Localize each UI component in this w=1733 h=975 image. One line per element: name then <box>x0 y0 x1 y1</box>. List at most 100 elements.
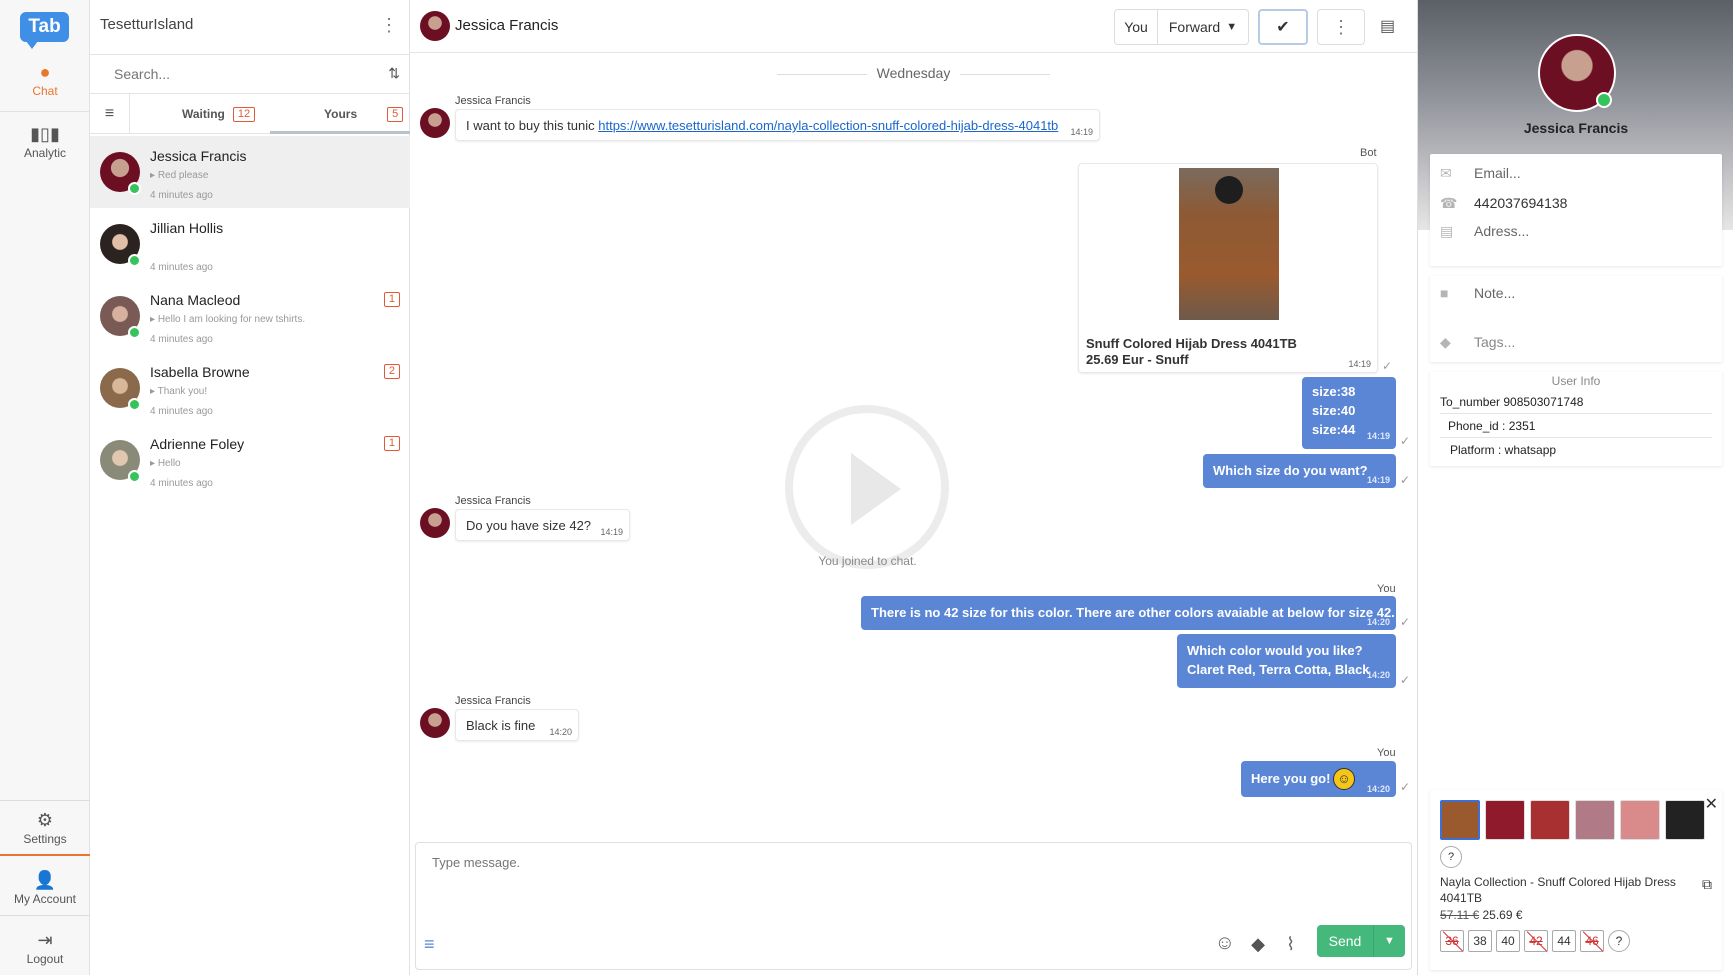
note-field[interactable]: Note... <box>1474 285 1515 301</box>
nav-logout-label: Logout <box>26 951 64 966</box>
whatsapp-icon <box>128 398 141 411</box>
conversation-name: Adrienne Foley <box>150 436 245 452</box>
active-tab-indicator <box>270 131 410 134</box>
conversation-name: Jessica Francis <box>150 148 247 164</box>
resolve-check-button[interactable]: ✔ <box>1258 9 1308 45</box>
whatsapp-icon <box>128 470 141 483</box>
attachment-icon[interactable]: ⌇ <box>1286 934 1295 955</box>
close-icon[interactable]: ✕ <box>1705 794 1718 814</box>
conversation-time: 4 minutes ago <box>150 190 213 201</box>
conversation-name: Isabella Browne <box>150 364 250 380</box>
template-icon[interactable]: ◆ <box>1251 934 1265 955</box>
product-card-message[interactable]: Snuff Colored Hijab Dress 4041TB 25.69 E… <box>1078 163 1378 373</box>
delivered-check-icon: ✓ <box>1400 434 1411 448</box>
message-text: Here you go! <box>1251 771 1331 786</box>
conversation-item[interactable]: Adrienne Foley ▸ Hello 4 minutes ago 1 <box>90 424 410 496</box>
info-phone-id: Phone_id : 2351 <box>1440 414 1712 438</box>
outgoing-message: Here you go! ☺ 14:20 <box>1241 761 1396 797</box>
delivered-check-icon: ✓ <box>1400 780 1411 794</box>
conversation-preview: ▸ Thank you! <box>150 386 208 397</box>
message-line: size:38 <box>1312 384 1356 399</box>
product-link[interactable]: https://www.tesetturisland.com/nayla-col… <box>598 118 1058 133</box>
tags-field[interactable]: Tags... <box>1474 334 1515 350</box>
search-bar: ⇅ <box>90 54 410 94</box>
tab-waiting-label: Waiting <box>182 107 225 121</box>
send-options-chevron-icon[interactable]: ▼ <box>1373 925 1405 957</box>
assign-you-button[interactable]: You <box>1114 9 1158 45</box>
conversation-time: 4 minutes ago <box>150 334 213 345</box>
search-input[interactable] <box>114 63 364 85</box>
email-icon: ✉ <box>1440 165 1452 181</box>
size-option[interactable]: 44 <box>1552 930 1576 952</box>
conversation-item[interactable]: Isabella Browne ▸ Thank you! 4 minutes a… <box>90 352 410 424</box>
message-text: I want to buy this tunic <box>466 118 599 133</box>
forward-dropdown[interactable]: Forward ▼ <box>1157 9 1249 45</box>
check-icon: ✔ <box>1276 19 1290 36</box>
size-option[interactable]: 36 <box>1440 930 1464 952</box>
phone-field[interactable]: 442037694138 <box>1474 195 1567 211</box>
message-time: 14:20 <box>1366 670 1390 680</box>
smiley-emoji-icon: ☺ <box>1333 768 1355 790</box>
size-option[interactable]: 46 <box>1580 930 1604 952</box>
message-input[interactable] <box>432 855 1392 915</box>
color-variant-thumb[interactable] <box>1485 800 1525 840</box>
toggle-sidebar-icon[interactable]: ▤ <box>1380 16 1395 36</box>
nav-my-account[interactable]: 👤 My Account <box>0 860 90 916</box>
message-author-label: Bot <box>1360 147 1377 159</box>
chat-bubble-icon: ● <box>39 62 51 82</box>
whatsapp-icon <box>128 254 141 267</box>
whatsapp-icon <box>128 182 141 195</box>
nav-analytic[interactable]: ▮▯▮ Analytic <box>0 124 90 169</box>
size-option[interactable]: 42 <box>1524 930 1548 952</box>
menu-icon[interactable]: ≡ <box>424 934 435 955</box>
contact-panel: Jessica Francis ✉ Email... ☎ 442037694138 … <box>1417 0 1733 975</box>
waiting-count-badge: 12 <box>232 106 256 122</box>
size-help-icon[interactable]: ? <box>1608 930 1630 952</box>
preview-text: Hello <box>157 458 181 469</box>
message-time: 14:20 <box>1366 617 1390 627</box>
conversation-preview: ▸ Hello <box>150 458 181 469</box>
filter-icon[interactable]: ≡ <box>90 94 130 134</box>
nav-settings[interactable]: ⚙ Settings <box>0 800 90 856</box>
conversation-item[interactable]: Jillian Hollis 4 minutes ago <box>90 208 410 280</box>
message-text: Which size do you want? <box>1213 463 1368 478</box>
message-time: 14:19 <box>1366 475 1390 485</box>
nav-chat[interactable]: ● Chat <box>0 62 90 112</box>
size-option[interactable]: 38 <box>1468 930 1492 952</box>
app-logo[interactable]: Tab <box>20 12 69 49</box>
address-field[interactable]: Adress... <box>1474 223 1529 239</box>
help-icon[interactable]: ? <box>1440 846 1462 868</box>
avatar <box>420 11 450 41</box>
product-suggestion-card: ✕ ? Nayla Collection - Snuff Colored Hij… <box>1430 790 1722 970</box>
nav-logout[interactable]: ⇥ Logout <box>0 925 90 970</box>
chat-header: Jessica Francis You Forward ▼ ✔ ⋮ ▤ <box>410 0 1417 53</box>
tabs-bar: ≡ Waiting 12 Yours 5 <box>90 94 410 134</box>
whatsapp-icon <box>1596 92 1612 108</box>
gear-icon: ⚙ <box>36 809 54 830</box>
color-variant-thumb[interactable] <box>1665 800 1705 840</box>
conversation-item[interactable]: Nana Macleod ▸ Hello I am looking for ne… <box>90 280 410 352</box>
emoji-icon[interactable]: ☺ <box>1215 932 1235 955</box>
chat-panel: Jessica Francis You Forward ▼ ✔ ⋮ ▤ Wedne… <box>410 0 1417 975</box>
notes-card: ■ Note... ◆ Tags... <box>1430 276 1722 362</box>
color-variant-thumb[interactable] <box>1575 800 1615 840</box>
nav-settings-label: Settings <box>23 831 67 846</box>
incoming-message: I want to buy this tunic https://www.tes… <box>455 109 1100 141</box>
sort-icon[interactable]: ⇅ <box>388 65 400 82</box>
message-author-label: You <box>1377 583 1396 595</box>
chat-menu-button[interactable]: ⋮ <box>1317 9 1365 45</box>
color-variant-thumb[interactable] <box>1530 800 1570 840</box>
external-link-icon[interactable]: ⧉ <box>1702 876 1712 893</box>
email-field[interactable]: Email... <box>1474 165 1521 181</box>
forward-label: Forward <box>1168 19 1221 35</box>
workspace-menu-icon[interactable]: ⋮ <box>380 16 398 34</box>
color-variant-thumb[interactable] <box>1440 800 1480 840</box>
message-sender: Jessica Francis <box>455 495 531 507</box>
tab-waiting[interactable]: Waiting 12 <box>182 94 256 134</box>
color-variant-thumb[interactable] <box>1620 800 1660 840</box>
send-button[interactable]: Send ▼ <box>1317 925 1405 957</box>
size-option[interactable]: 40 <box>1496 930 1520 952</box>
conversation-item[interactable]: Jessica Francis ▸ Red please 4 minutes a… <box>90 136 410 208</box>
conversation-time: 4 minutes ago <box>150 406 213 417</box>
tab-yours[interactable]: Yours 5 <box>324 94 404 134</box>
